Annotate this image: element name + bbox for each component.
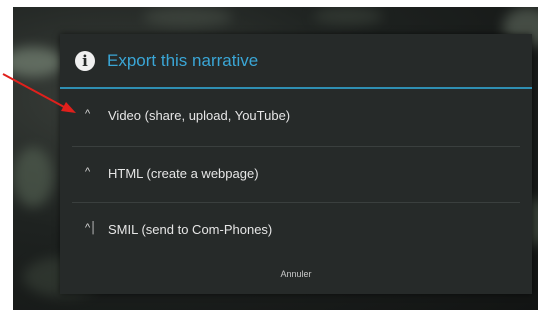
background-blur (143, 7, 233, 27)
smil-option-label: SMIL (send to Com-Phones) (108, 222, 273, 237)
info-icon: i (75, 51, 95, 71)
dialog-title: Export this narrative (107, 51, 259, 70)
export-smil-option[interactable]: ^│ SMIL (send to Com-Phones) (60, 203, 532, 259)
app-background: i Export this narrative ^ Video (share, … (13, 7, 538, 310)
cancel-button[interactable]: Annuler (60, 259, 532, 289)
smil-option-icon: ^│ (85, 222, 98, 234)
background-blur (13, 47, 63, 77)
export-dialog: i Export this narrative ^ Video (share, … (60, 34, 532, 294)
export-video-option[interactable]: ^ Video (share, upload, YouTube) (60, 89, 532, 145)
video-option-icon: ^ (85, 108, 91, 120)
export-html-option[interactable]: ^ HTML (create a webpage) (60, 147, 532, 203)
background-blur (313, 7, 383, 25)
dialog-header: i Export this narrative (60, 34, 532, 89)
html-option-label: HTML (create a webpage) (108, 166, 259, 181)
background-blur (13, 147, 53, 207)
video-option-label: Video (share, upload, YouTube) (108, 108, 291, 123)
html-option-icon: ^ (85, 166, 91, 178)
